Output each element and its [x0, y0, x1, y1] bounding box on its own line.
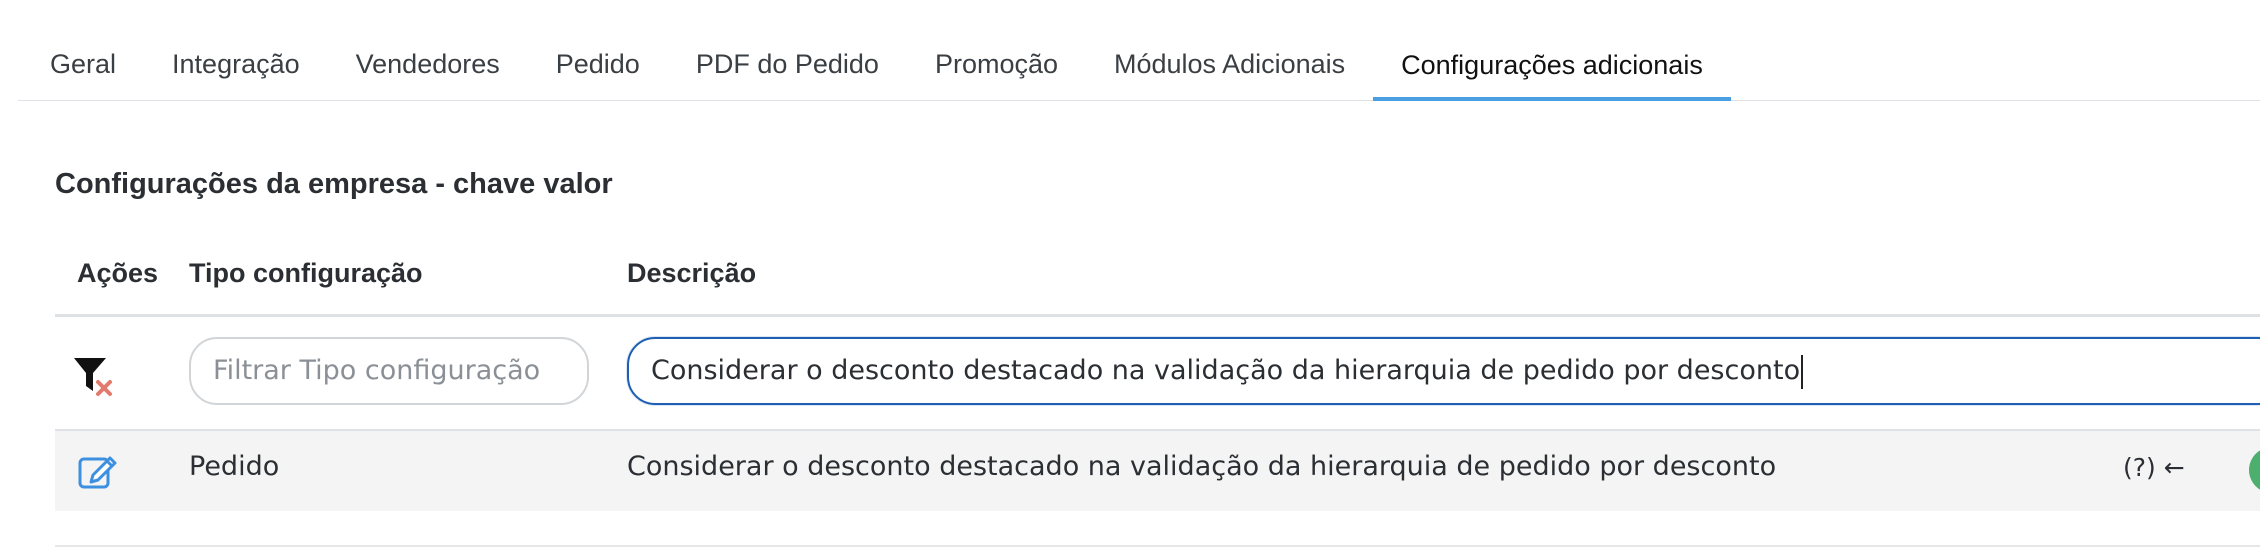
tab-pdf-do-pedido[interactable]: PDF do Pedido: [668, 28, 907, 100]
edit-icon[interactable]: [77, 451, 117, 491]
tab-bar: Geral Integração Vendedores Pedido PDF d…: [18, 28, 2260, 101]
status-dot[interactable]: [2249, 447, 2260, 493]
help-back-indicator[interactable]: (?) ←: [2123, 453, 2185, 482]
tab-integracao[interactable]: Integração: [144, 28, 328, 100]
column-header-tipo[interactable]: Tipo configuração: [189, 258, 423, 289]
table-bottom-divider: [55, 545, 2260, 547]
column-header-acoes: Ações: [77, 258, 159, 288]
filter-tipo-placeholder: Filtrar Tipo configuração: [213, 355, 541, 386]
filter-row: Filtrar Tipo configuração Considerar o d…: [55, 317, 2260, 431]
page: Geral Integração Vendedores Pedido PDF d…: [0, 0, 2260, 558]
tab-pedido[interactable]: Pedido: [528, 28, 668, 100]
tab-geral[interactable]: Geral: [18, 28, 144, 100]
table-row[interactable]: Pedido Considerar o desconto destacado n…: [55, 431, 2260, 511]
tab-modulos-adicionais[interactable]: Módulos Adicionais: [1086, 28, 1373, 100]
row-tipo: Pedido: [189, 451, 280, 482]
filter-descricao-value: Considerar o desconto destacado na valid…: [651, 355, 1801, 386]
column-header-descricao[interactable]: Descrição: [627, 258, 756, 289]
tab-vendedores[interactable]: Vendedores: [328, 28, 528, 100]
config-table: Ações Tipo configuração Descrição Filtra…: [55, 240, 2260, 511]
row-descricao: Considerar o desconto destacado na valid…: [627, 451, 1777, 482]
section-title: Configurações da empresa - chave valor: [55, 168, 613, 200]
tab-promocao[interactable]: Promoção: [907, 28, 1086, 100]
tab-configuracoes-adicionais[interactable]: Configurações adicionais: [1373, 29, 1731, 101]
filter-descricao-input[interactable]: Considerar o desconto destacado na valid…: [627, 337, 2260, 405]
filter-tipo-input[interactable]: Filtrar Tipo configuração: [189, 337, 589, 405]
table-header: Ações Tipo configuração Descrição: [55, 240, 2260, 317]
filter-clear-icon[interactable]: [73, 355, 115, 397]
text-caret: [1801, 354, 1804, 389]
